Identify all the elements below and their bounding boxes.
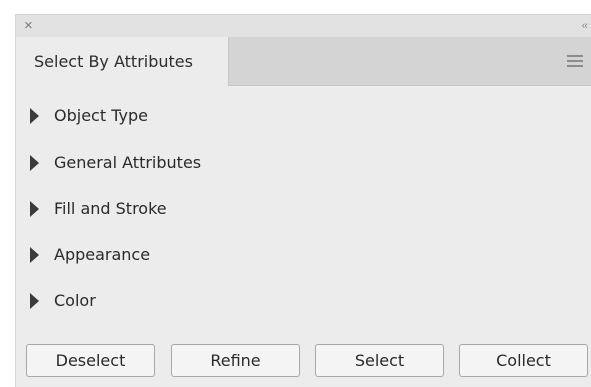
section-label: Appearance — [54, 245, 151, 264]
disclosure-triangle-icon[interactable] — [30, 293, 39, 309]
section-fill-and-stroke[interactable]: Fill and Stroke — [16, 194, 416, 224]
tab-select-by-attributes[interactable]: Select By Attributes — [16, 37, 229, 86]
section-color[interactable]: Color — [16, 286, 416, 316]
hamburger-menu-icon[interactable] — [567, 55, 583, 67]
disclosure-triangle-icon[interactable] — [30, 155, 39, 171]
disclosure-triangle-icon[interactable] — [30, 201, 39, 217]
disclosure-triangle-icon[interactable] — [30, 247, 39, 263]
section-label: Object Type — [54, 106, 148, 125]
section-label: Color — [54, 291, 96, 310]
section-general-attributes[interactable]: General Attributes — [16, 148, 416, 178]
panel-titlebar: × ‹‹ — [16, 15, 591, 37]
section-label: General Attributes — [54, 153, 202, 172]
disclosure-triangle-icon[interactable] — [30, 108, 39, 124]
select-by-attributes-panel: × ‹‹ Select By Attributes Object Type Ge… — [15, 14, 591, 387]
tab-label: Select By Attributes — [34, 52, 193, 71]
collapse-panel-icon[interactable]: ‹‹ — [582, 17, 588, 35]
refine-button[interactable]: Refine — [171, 344, 300, 377]
deselect-button[interactable]: Deselect — [26, 344, 155, 377]
section-appearance[interactable]: Appearance — [16, 240, 416, 270]
tab-row: Select By Attributes — [16, 37, 591, 86]
select-button[interactable]: Select — [315, 344, 444, 377]
close-icon[interactable]: × — [24, 16, 33, 36]
collect-button[interactable]: Collect — [459, 344, 588, 377]
section-object-type[interactable]: Object Type — [16, 101, 416, 131]
section-label: Fill and Stroke — [54, 199, 167, 218]
